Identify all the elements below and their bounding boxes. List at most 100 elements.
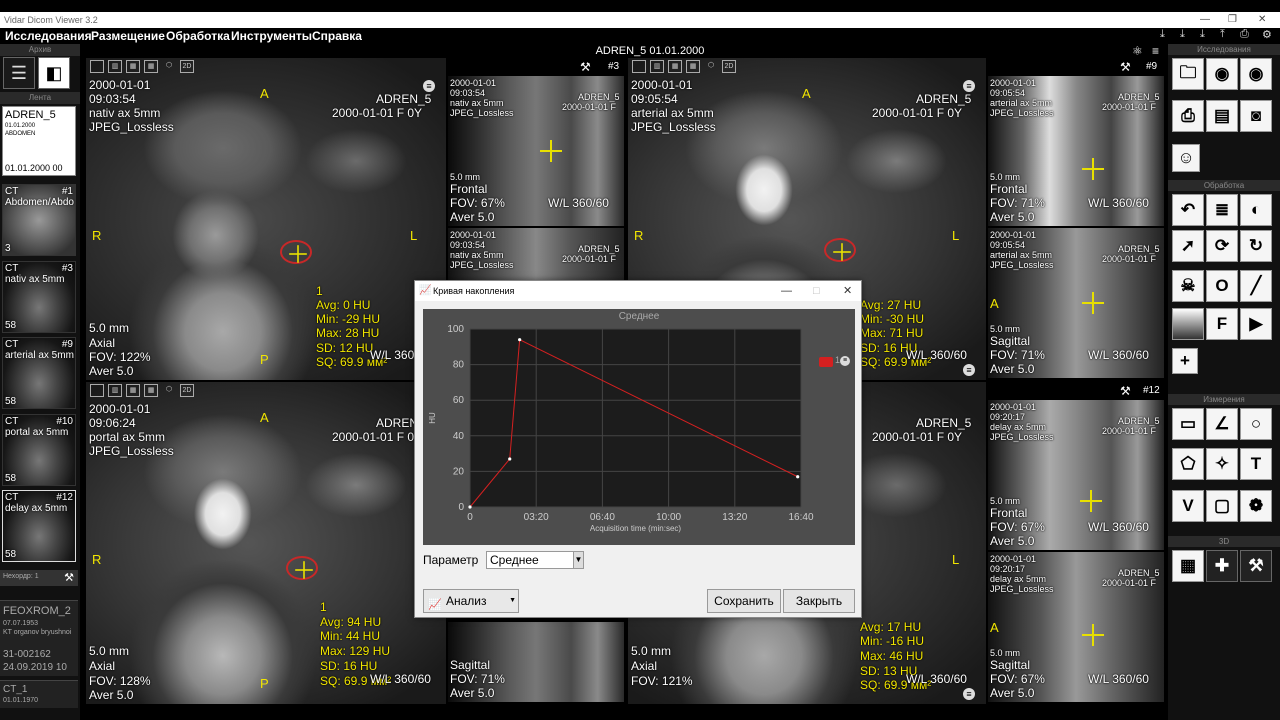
analysis-button[interactable]: 📈 Анализ ▼ [423, 589, 519, 613]
ruler-icon[interactable]: ▭ [1172, 408, 1204, 440]
rect-roi-icon[interactable]: ▢ [1206, 490, 1238, 522]
series-thumbnail[interactable]: CT #1 Abdomen/Abdo 3 [2, 184, 76, 256]
layout-2-icon[interactable]: ▥ [108, 60, 122, 73]
legend-swatch[interactable] [819, 357, 833, 367]
legend-menu-icon[interactable]: ≡ [840, 356, 850, 366]
series-thumbnail[interactable]: CT #9 arterial ax 5mm 58 [2, 337, 76, 409]
brain-icon[interactable]: ❁ [1240, 490, 1272, 522]
printer-icon[interactable]: ⎙ [1172, 100, 1204, 132]
roi-ellipse[interactable] [280, 240, 312, 264]
cube-icon[interactable]: ⬡ [162, 384, 176, 397]
parameter-select[interactable]: Среднее ▼ [486, 551, 584, 569]
2d-icon[interactable]: 2D [180, 384, 194, 397]
menu-icon[interactable]: ≡ [1152, 44, 1159, 58]
skull-icon[interactable]: ☠ [1172, 270, 1204, 302]
recon-sagittal[interactable]: 2000-01-01 09:05:54 arterial ax 5mm JPEG… [988, 228, 1164, 378]
cube-icon[interactable]: ⬡ [162, 60, 176, 73]
volume-icon[interactable]: V [1172, 490, 1204, 522]
viewport-menu-icon[interactable]: ≡ [423, 80, 435, 92]
contrast-icon[interactable]: ◐ [1240, 194, 1272, 226]
print-icon[interactable]: ⎙ [1240, 28, 1249, 41]
report-icon[interactable]: ▤ [1206, 100, 1238, 132]
minimize-icon[interactable]: — [781, 281, 792, 301]
chevron-down-icon[interactable]: ▼ [573, 552, 583, 568]
series-thumbnail[interactable]: CT #10 portal ax 5mm 58 [2, 414, 76, 486]
export-icon[interactable]: ⤓ [1200, 28, 1205, 41]
layout-grid-icon[interactable]: ▦ [126, 60, 140, 73]
line-icon[interactable]: ╱ [1240, 270, 1272, 302]
mpr-icon[interactable]: ▦ [1172, 550, 1204, 582]
crosshair-icon[interactable]: ✚ [1206, 550, 1238, 582]
ellipse-roi-icon[interactable]: ○ [1240, 408, 1272, 440]
plus-icon[interactable]: + [1172, 348, 1198, 374]
cine-icon[interactable]: ▶ [1240, 308, 1272, 340]
recon-frontal[interactable]: 2000-01-01 09:05:54 arterial ax 5mm JPEG… [988, 76, 1164, 226]
cd-import-icon[interactable]: ◉ [1206, 58, 1238, 90]
layout-2-icon[interactable]: ▥ [108, 384, 122, 397]
anonymize-icon[interactable]: ☺ [1172, 144, 1200, 172]
2d-icon[interactable]: 2D [180, 60, 194, 73]
close-button[interactable]: Закрыть [783, 589, 855, 613]
roi-ellipse[interactable] [286, 556, 318, 580]
sync-icon[interactable]: ⚒ [1120, 60, 1131, 74]
close-icon[interactable]: ✕ [843, 281, 852, 301]
other-study-card[interactable]: CT_1 01.01.1970 [0, 680, 78, 708]
save-button[interactable]: Сохранить [707, 589, 781, 613]
recon-frontal[interactable]: 2000-01-01 09:20:17 delay ax 5mm JPEG_Lo… [988, 400, 1164, 550]
polygon-icon[interactable]: ⬠ [1172, 448, 1204, 480]
viewport-menu-icon[interactable]: ≡ [963, 364, 975, 376]
upload-icon[interactable]: ⤒ [1220, 28, 1225, 41]
recon-sagittal[interactable]: 2000-01-01 09:20:17 delay ax 5mm JPEG_Lo… [988, 552, 1164, 702]
layout-2-icon[interactable]: ▥ [650, 60, 664, 73]
tools-3d-icon[interactable]: ⚒ [1240, 550, 1272, 582]
layout-1-icon[interactable] [90, 60, 104, 73]
gear-icon[interactable]: ⚙ [1262, 28, 1272, 41]
cube-icon[interactable]: ⬡ [704, 60, 718, 73]
series-thumbnail[interactable]: CT #12 delay ax 5mm 58 [2, 490, 76, 562]
layout-1-icon[interactable] [90, 384, 104, 397]
recon-sagittal[interactable]: Sagittal FOV: 71% Aver 5.0 [448, 622, 624, 702]
rotate-icon[interactable]: ⟳ [1206, 230, 1238, 262]
gradient-icon[interactable] [1172, 308, 1204, 340]
tools-icon[interactable]: ⚒ [64, 571, 74, 584]
viewport-menu-icon[interactable]: ≡ [963, 688, 975, 700]
maximize-icon[interactable]: □ [813, 281, 820, 301]
menu-tools[interactable]: Инструменты [231, 29, 312, 43]
cd-export-icon[interactable]: ◉ [1240, 58, 1272, 90]
menu-layout[interactable]: Размещение [91, 29, 165, 43]
download-icon[interactable]: ⤓ [1160, 28, 1165, 41]
recon-frontal[interactable]: 2000-01-01 09:03:54 nativ ax 5mm JPEG_Lo… [448, 76, 624, 226]
angle-icon[interactable]: ∠ [1206, 408, 1238, 440]
study-card[interactable]: ADREN_5 01.01.2000 ABDOMEN 01.01.2000 00 [2, 106, 76, 176]
filter-icon[interactable]: F [1206, 308, 1238, 340]
layout-grid-icon[interactable]: ▦ [668, 60, 682, 73]
layout-4-icon[interactable]: ▦ [144, 384, 158, 397]
layers-icon[interactable]: ≣ [1206, 194, 1238, 226]
2d-icon[interactable]: 2D [722, 60, 736, 73]
menu-help[interactable]: Справка [312, 29, 362, 43]
layout-grid-icon[interactable]: ▦ [126, 384, 140, 397]
layout-1-icon[interactable] [632, 60, 646, 73]
undo-icon[interactable]: ↶ [1172, 194, 1204, 226]
layout-4-icon[interactable]: ▦ [686, 60, 700, 73]
menu-processing[interactable]: Обработка [166, 29, 230, 43]
open-folder-icon[interactable]: 🗀 [1172, 58, 1204, 90]
thumbnail-view-icon[interactable]: ◧ [38, 57, 70, 89]
list-view-icon[interactable]: ☰ [3, 57, 35, 89]
roi-ellipse[interactable] [824, 238, 856, 262]
circle-icon[interactable]: O [1206, 270, 1238, 302]
close-icon[interactable]: ✕ [1258, 12, 1266, 28]
series-thumbnail[interactable]: CT #3 nativ ax 5mm 58 [2, 261, 76, 333]
minimize-icon[interactable]: — [1200, 12, 1210, 28]
download-all-icon[interactable]: ⤓ [1180, 28, 1185, 41]
accumulation-chart[interactable]: 0 20 40 60 80 100 0 03:20 06:40 10:00 13:20 16:40 Ac… [423, 309, 855, 545]
camera-icon[interactable]: ◙ [1240, 100, 1272, 132]
sync-icon[interactable]: ⚛ [1132, 44, 1143, 58]
other-study-card[interactable]: FEOXROM_2 07.07.1953 KT organov bryushno… [0, 600, 78, 676]
menu-studies[interactable]: Исследования [5, 29, 92, 43]
flip-icon[interactable]: ↻ [1240, 230, 1272, 262]
pointer-icon[interactable]: ➚ [1172, 230, 1204, 262]
sync-icon[interactable]: ⚒ [580, 60, 591, 74]
layout-4-icon[interactable]: ▦ [144, 60, 158, 73]
maximize-icon[interactable]: ❐ [1228, 12, 1237, 28]
